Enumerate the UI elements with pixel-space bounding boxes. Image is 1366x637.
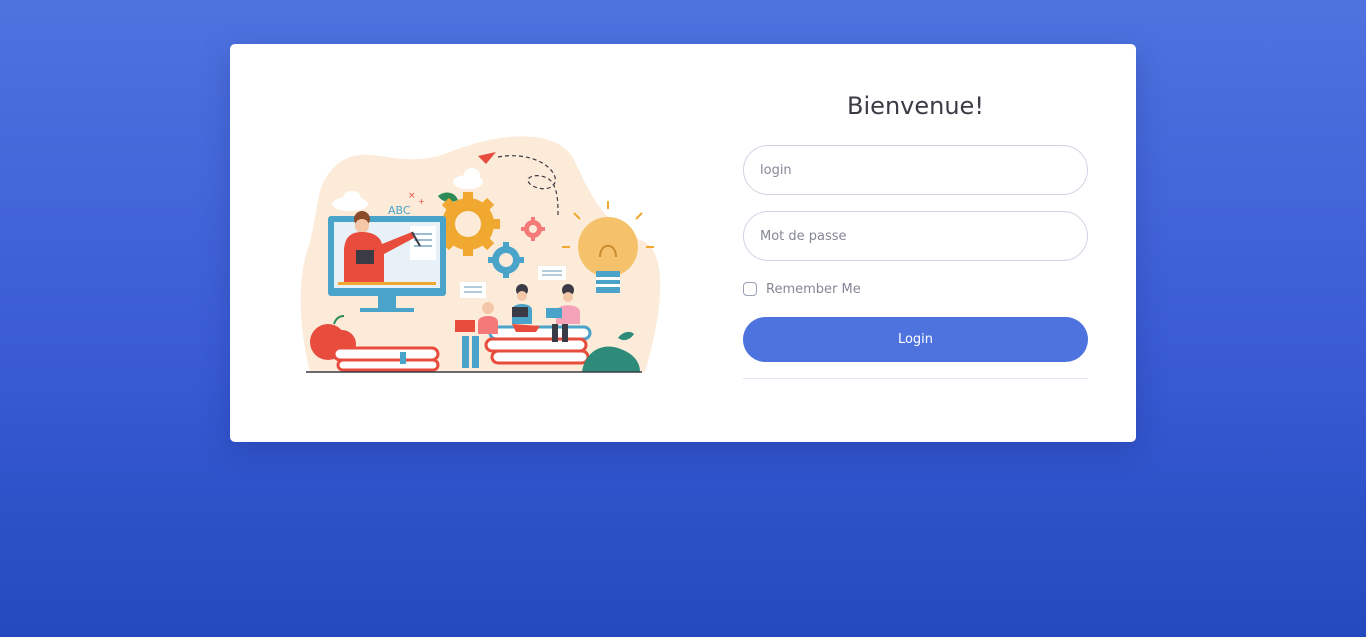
divider: [743, 378, 1088, 379]
online-education-illustration: ABC × +: [300, 136, 661, 373]
abc-letters: ABC: [388, 204, 411, 217]
svg-text:+: +: [418, 197, 425, 206]
svg-text:×: ×: [408, 191, 416, 201]
login-card: ABC × + Bienvenue! login Remember Me Log…: [230, 44, 1136, 442]
remember-label: Remember Me: [766, 281, 861, 297]
page-title: Bienvenue!: [847, 92, 984, 120]
login-input[interactable]: [743, 145, 1088, 195]
remember-checkbox[interactable]: [743, 282, 757, 296]
password-input[interactable]: [743, 211, 1088, 261]
remember-me[interactable]: Remember Me: [743, 280, 861, 298]
login-button[interactable]: Login: [743, 317, 1088, 362]
